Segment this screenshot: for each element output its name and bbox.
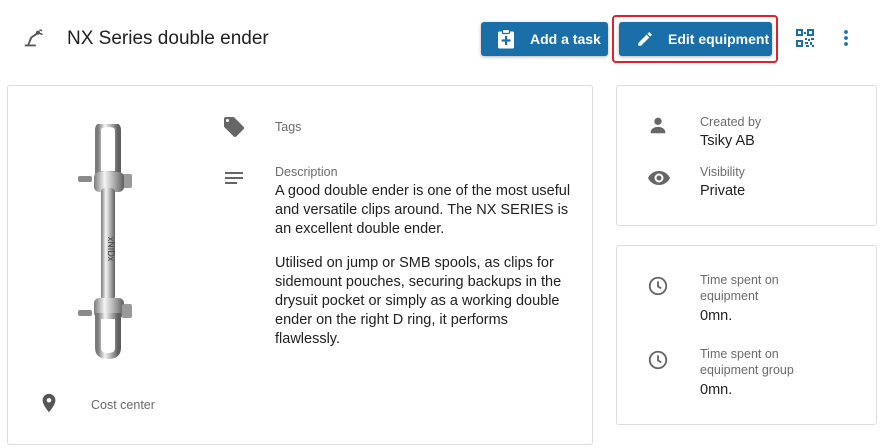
visibility-value: Private [700, 183, 746, 199]
cost-center-label: Cost center [91, 398, 155, 412]
equipment-icon [24, 29, 43, 47]
add-task-button[interactable]: Add a task [481, 22, 608, 56]
description-paragraph: A good double ender is one of the most u… [275, 183, 571, 237]
svg-text:xNIDx: xNIDx [106, 237, 116, 262]
visibility-label: Visibility [700, 165, 745, 179]
equipment-meta-card: Created by Tsiky AB Visibility Private [616, 85, 877, 226]
page-title: NX Series double ender [67, 28, 269, 49]
description-paragraph: Utilised on jump or SMB spools, as clips… [275, 255, 562, 347]
description-text: A good double ender is one of the most u… [275, 182, 575, 364]
created-by-label: Created by [700, 115, 762, 129]
location-pin-icon [42, 393, 56, 413]
add-task-label: Add a task [530, 31, 601, 47]
equipment-details-card: xNIDx Tags Description A good double end… [7, 85, 593, 445]
pencil-icon [638, 32, 652, 46]
eye-icon [648, 171, 670, 185]
edit-equipment-label: Edit equipment [668, 31, 770, 47]
page-header: NX Series double ender Add a task Edit e… [0, 0, 884, 78]
created-by-value: Tsiky AB [700, 133, 755, 149]
clock-icon [648, 350, 668, 370]
time-spent-card: Time spent on equipment 0mn. Time spent … [616, 245, 877, 425]
edit-equipment-button[interactable]: Edit equipment [619, 22, 772, 56]
time-group-label-line2: equipment group [700, 363, 794, 377]
more-vert-icon[interactable] [836, 28, 856, 48]
time-equipment-label-line2: equipment [700, 289, 759, 303]
qr-code-icon[interactable] [796, 29, 814, 47]
tags-label: Tags [275, 120, 302, 134]
description-label: Description [275, 165, 338, 179]
clock-icon [648, 276, 668, 296]
clipboard-plus-icon [498, 29, 514, 49]
time-group-value: 0mn. [700, 382, 733, 398]
time-group-label-line1: Time spent on [700, 347, 779, 361]
tag-icon [224, 117, 244, 137]
time-equipment-value: 0mn. [700, 308, 733, 324]
notes-icon [225, 172, 243, 184]
equipment-photo: xNIDx [78, 124, 132, 359]
person-icon [650, 117, 666, 134]
time-equipment-label-line1: Time spent on [700, 273, 779, 287]
